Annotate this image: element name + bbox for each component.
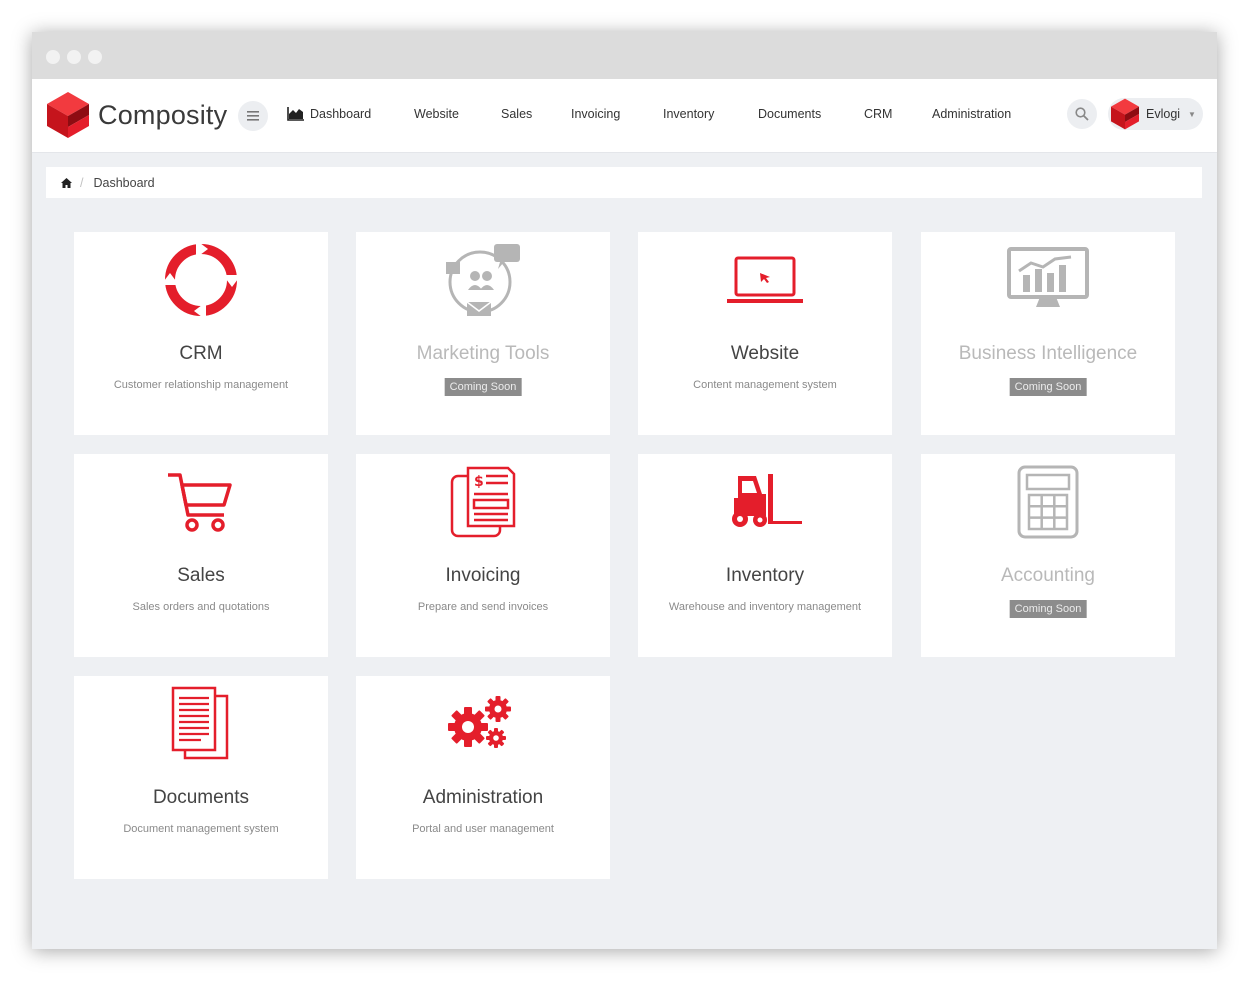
search-button[interactable] bbox=[1067, 99, 1097, 129]
card-title: Business Intelligence bbox=[958, 343, 1138, 364]
calculator-icon bbox=[921, 460, 1175, 544]
user-menu[interactable]: Evlogi ▼ bbox=[1108, 98, 1203, 130]
forklift-icon bbox=[638, 460, 892, 544]
card-description: Warehouse and inventory management bbox=[668, 601, 862, 613]
window-control-minimize[interactable] bbox=[67, 50, 81, 64]
module-card-documents[interactable]: Documents Document management system bbox=[74, 676, 328, 879]
card-description: Content management system bbox=[693, 379, 837, 391]
module-card-marketing-tools: Marketing Tools Coming Soon bbox=[356, 232, 610, 435]
marketing-icon bbox=[356, 238, 610, 322]
nav-item-documents[interactable]: Documents bbox=[758, 107, 821, 121]
avatar bbox=[1111, 98, 1139, 130]
nav-item-label: CRM bbox=[864, 107, 893, 121]
card-title: Inventory bbox=[725, 565, 805, 586]
coming-soon-badge: Coming Soon bbox=[1009, 378, 1087, 396]
module-card-administration[interactable]: Administration Portal and user managemen… bbox=[356, 676, 610, 879]
nav-item-invoicing[interactable]: Invoicing bbox=[571, 107, 620, 121]
nav-item-label: Website bbox=[414, 107, 459, 121]
module-card-inventory[interactable]: Inventory Warehouse and inventory manage… bbox=[638, 454, 892, 657]
card-description: Portal and user management bbox=[412, 823, 554, 835]
nav-item-sales[interactable]: Sales bbox=[501, 107, 532, 121]
app-logo[interactable]: Composity bbox=[46, 91, 227, 139]
breadcrumb-separator: / bbox=[80, 175, 84, 190]
nav-item-dashboard[interactable]: Dashboard bbox=[287, 107, 371, 121]
shopping-cart-icon bbox=[74, 460, 328, 544]
nav-item-label: Invoicing bbox=[571, 107, 621, 121]
nav-item-label: Administration bbox=[932, 107, 1012, 121]
breadcrumb-current: Dashboard bbox=[93, 175, 155, 190]
module-card-website[interactable]: Website Content management system bbox=[638, 232, 892, 435]
card-description: Sales orders and quotations bbox=[132, 601, 270, 613]
card-title: CRM bbox=[179, 343, 223, 364]
module-card-sales[interactable]: Sales Sales orders and quotations bbox=[74, 454, 328, 657]
module-card-accounting: Accounting Coming Soon bbox=[921, 454, 1175, 657]
chevron-down-icon: ▼ bbox=[1188, 109, 1196, 119]
card-title: Documents bbox=[152, 787, 250, 808]
card-title: Administration bbox=[422, 787, 544, 808]
user-name: Evlogi bbox=[1146, 107, 1181, 121]
card-description: Document management system bbox=[123, 823, 279, 835]
nav-item-label: Sales bbox=[501, 107, 533, 121]
nav-item-label: Dashboard bbox=[310, 107, 372, 121]
gears-icon bbox=[356, 682, 610, 766]
crm-cycle-icon bbox=[74, 238, 328, 322]
nav-item-administration[interactable]: Administration bbox=[932, 107, 1011, 121]
area-chart-icon bbox=[287, 107, 304, 121]
app-name: Composity bbox=[98, 99, 228, 130]
bi-chart-icon bbox=[921, 238, 1175, 322]
coming-soon-badge: Coming Soon bbox=[444, 378, 522, 396]
breadcrumb: / Dashboard bbox=[46, 167, 1202, 198]
module-card-crm[interactable]: CRM Customer relationship management bbox=[74, 232, 328, 435]
nav-item-label: Inventory bbox=[663, 107, 715, 121]
card-title: Accounting bbox=[1000, 565, 1095, 586]
home-icon[interactable] bbox=[61, 177, 72, 188]
card-title: Invoicing bbox=[445, 565, 521, 586]
nav-item-website[interactable]: Website bbox=[414, 107, 459, 121]
module-card-invoicing[interactable]: $ Invoicing Prepare and send invoices bbox=[356, 454, 610, 657]
card-description: Prepare and send invoices bbox=[417, 601, 549, 613]
browser-window: Composity Dashboard Website Sales Invoic… bbox=[32, 32, 1217, 949]
nav-item-crm[interactable]: CRM bbox=[864, 107, 892, 121]
menu-toggle-button[interactable] bbox=[238, 101, 268, 131]
nav-item-label: Documents bbox=[758, 107, 822, 121]
composity-logo-icon bbox=[47, 92, 89, 138]
card-title: Website bbox=[730, 343, 800, 364]
hamburger-icon bbox=[247, 111, 259, 121]
window-control-maximize[interactable] bbox=[88, 50, 102, 64]
top-navbar: Composity Dashboard Website Sales Invoic… bbox=[32, 79, 1217, 153]
window-control-close[interactable] bbox=[46, 50, 60, 64]
card-title: Marketing Tools bbox=[416, 343, 550, 364]
search-icon bbox=[1075, 107, 1089, 121]
card-title: Sales bbox=[177, 565, 225, 586]
card-description: Customer relationship management bbox=[113, 379, 289, 391]
invoice-icon: $ bbox=[356, 460, 610, 544]
svg-text:$: $ bbox=[474, 474, 484, 490]
laptop-icon bbox=[638, 238, 892, 322]
documents-icon bbox=[74, 682, 328, 766]
window-titlebar bbox=[32, 32, 1217, 79]
nav-item-inventory[interactable]: Inventory bbox=[663, 107, 714, 121]
module-card-business-intelligence: Business Intelligence Coming Soon bbox=[921, 232, 1175, 435]
coming-soon-badge: Coming Soon bbox=[1009, 600, 1087, 618]
